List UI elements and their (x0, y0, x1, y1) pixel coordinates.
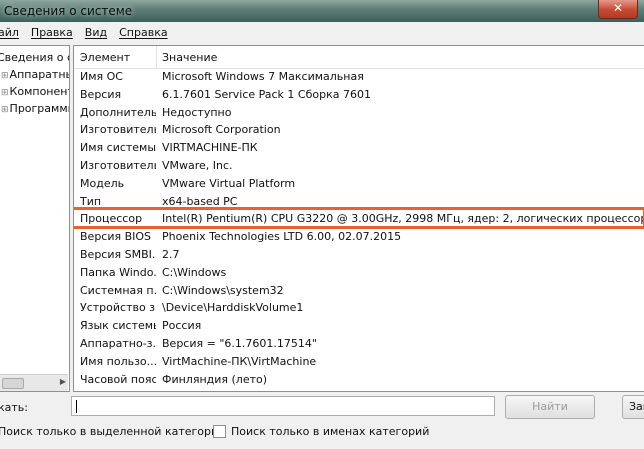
row-value-cell: 6.1.7601 Service Pack 1 Сборка 7601 (162, 87, 371, 101)
row-value-cell: Phoenix Technologies LTD 6.00, 02.07.201… (162, 230, 402, 244)
row-value-cell: Версия = "6.1.7601.17514" (162, 337, 317, 350)
table-row[interactable]: Аппаратно-з... Версия = "6.1.7601.17514" (74, 334, 644, 352)
tree-item-components[interactable]: ⊞Компоненты (1, 85, 69, 98)
row-element-cell: Версия SMBI... (80, 248, 156, 261)
row-element-cell: Изготовитель... (80, 123, 156, 137)
table-row[interactable]: Имя системы VIRTMACHINE-ПК (74, 138, 644, 156)
expand-icon[interactable]: ⊞ (1, 105, 9, 115)
row-value-cell: VIRTMACHINE-ПК (162, 141, 258, 155)
window-close-button[interactable]: ✕ (598, 0, 638, 19)
tree-item-label: Программная среда (9, 102, 69, 115)
column-header-value[interactable]: Значение (162, 51, 217, 64)
row-value-cell: Финляндия (лето) (162, 372, 268, 386)
row-element-cell: Аппаратно-з... (80, 337, 156, 350)
table-row[interactable]: Версия 6.1.7601 Service Pack 1 Сборка 760… (74, 85, 644, 103)
close-search-button[interactable]: Зак (622, 395, 644, 419)
row-value-cell: Microsoft Corporation (162, 123, 281, 137)
row-element-cell: Системная п... (80, 283, 156, 297)
row-value-cell: VMware, Inc. (162, 159, 233, 172)
row-value-cell: x64-based PC (162, 194, 238, 208)
row-element-cell: Дополнительн... (80, 105, 156, 119)
table-row[interactable]: Изготовитель VMware, Inc. (74, 156, 644, 174)
option-category-names-label: Поиск только в именах категорий (231, 425, 430, 438)
column-divider[interactable] (156, 46, 157, 68)
tree-item-label: Аппаратные ресурсы (9, 68, 69, 81)
expand-icon[interactable]: ⊞ (1, 71, 9, 81)
row-value-cell: Россия (162, 319, 202, 333)
row-element-cell: Папка Windo... (80, 265, 156, 279)
text-caret (76, 400, 77, 413)
option-selected-category-label: Поиск только в выделенной категории (0, 425, 226, 438)
tree-horizontal-scrollbar[interactable]: ▶ (0, 374, 68, 391)
menu-edit[interactable]: Правка (31, 26, 73, 39)
category-tree[interactable]: Сведения о системе ⊞Аппаратные ресурсы ⊞… (0, 45, 70, 392)
row-value-cell: C:\Windows (162, 265, 227, 279)
row-element-cell: Имя ОС (80, 70, 123, 83)
find-button[interactable]: Найти (505, 395, 595, 419)
option-category-names[interactable]: Поиск только в именах категорий (213, 425, 429, 438)
row-value-cell: VMware Virtual Platform (162, 176, 296, 190)
table-row[interactable]: Язык системы Россия (74, 316, 644, 334)
row-value-cell: Microsoft Windows 7 Максимальная (162, 70, 364, 83)
table-row[interactable]: Модель VMware Virtual Platform (74, 174, 644, 192)
menu-file[interactable]: айл (0, 26, 19, 39)
table-header: Элемент Значение (74, 46, 644, 69)
window-title: Сведения о системе (4, 4, 133, 18)
row-element-cell: Модель (80, 176, 125, 190)
row-element-cell: Имя пользо... (80, 354, 156, 368)
table-row[interactable]: Версия BIOS Phoenix Technologies LTD 6.00… (74, 227, 644, 245)
title-bar[interactable]: Сведения о системе ✕ (0, 0, 644, 22)
table-row[interactable]: Устройство з... \Device\HarddiskVolume1 (74, 298, 644, 316)
table-row[interactable]: Папка Windo... C:\Windows (74, 263, 644, 281)
table-row[interactable]: Версия SMBI... 2.7 (74, 245, 644, 263)
tree-item-hardware-resources[interactable]: ⊞Аппаратные ресурсы (1, 68, 69, 81)
table-row[interactable]: Системная п... C:\Windows\system32 (74, 281, 644, 299)
row-value-cell: VirtMachine-ПК\VirtMachine (162, 354, 317, 368)
row-value-cell: \Device\HarddiskVolume1 (162, 301, 304, 315)
expand-icon[interactable]: ⊞ (1, 88, 9, 98)
row-element-cell: Версия BIOS (80, 230, 152, 244)
row-element-cell: Версия (80, 87, 122, 101)
row-element-cell: Язык системы (80, 319, 156, 333)
search-label: кать: (0, 401, 28, 414)
row-value-cell: Недоступно (162, 105, 232, 119)
tree-item-software-environment[interactable]: ⊞Программная среда (1, 102, 69, 115)
table-row[interactable]: Часовой пояс Финляндия (лето) (74, 370, 644, 388)
row-element-cell: Часовой пояс (80, 372, 156, 386)
details-table: Элемент Значение Имя ОС Microsoft Windows… (73, 45, 644, 392)
processor-row-highlight (74, 207, 644, 230)
column-header-element[interactable]: Элемент (80, 51, 130, 64)
row-element-cell: Тип (80, 194, 102, 208)
row-element-cell: Имя системы (80, 141, 156, 155)
row-element-cell: Устройство з... (80, 301, 156, 315)
menu-view[interactable]: Вид (85, 26, 107, 39)
row-element-cell: Изготовитель (80, 159, 156, 172)
tree-root-system-summary[interactable]: Сведения о системе (0, 51, 69, 64)
scroll-right-arrow-icon[interactable]: ▶ (60, 377, 66, 386)
system-info-window: Сведения о системе ✕ айл Правка Вид Спра… (0, 0, 644, 449)
menu-help[interactable]: Справка (119, 26, 167, 39)
row-value-cell: C:\Windows\system32 (162, 283, 284, 297)
table-row[interactable]: Изготовитель... Microsoft Corporation (74, 120, 644, 138)
search-input[interactable] (71, 396, 495, 416)
row-value-cell: 2.7 (162, 248, 180, 261)
scrollbar-thumb[interactable] (2, 378, 24, 389)
category-names-checkbox[interactable] (213, 425, 226, 438)
table-row[interactable]: Имя ОС Microsoft Windows 7 Максимальная (74, 67, 644, 85)
table-row[interactable]: Дополнительн... Недоступно (74, 103, 644, 121)
menu-bar: айл Правка Вид Справка (0, 23, 644, 42)
option-selected-category[interactable]: Поиск только в выделенной категории (0, 425, 225, 438)
table-row[interactable]: Имя пользо... VirtMachine-ПК\VirtMachine (74, 352, 644, 370)
tree-item-label: Компоненты (9, 85, 69, 98)
